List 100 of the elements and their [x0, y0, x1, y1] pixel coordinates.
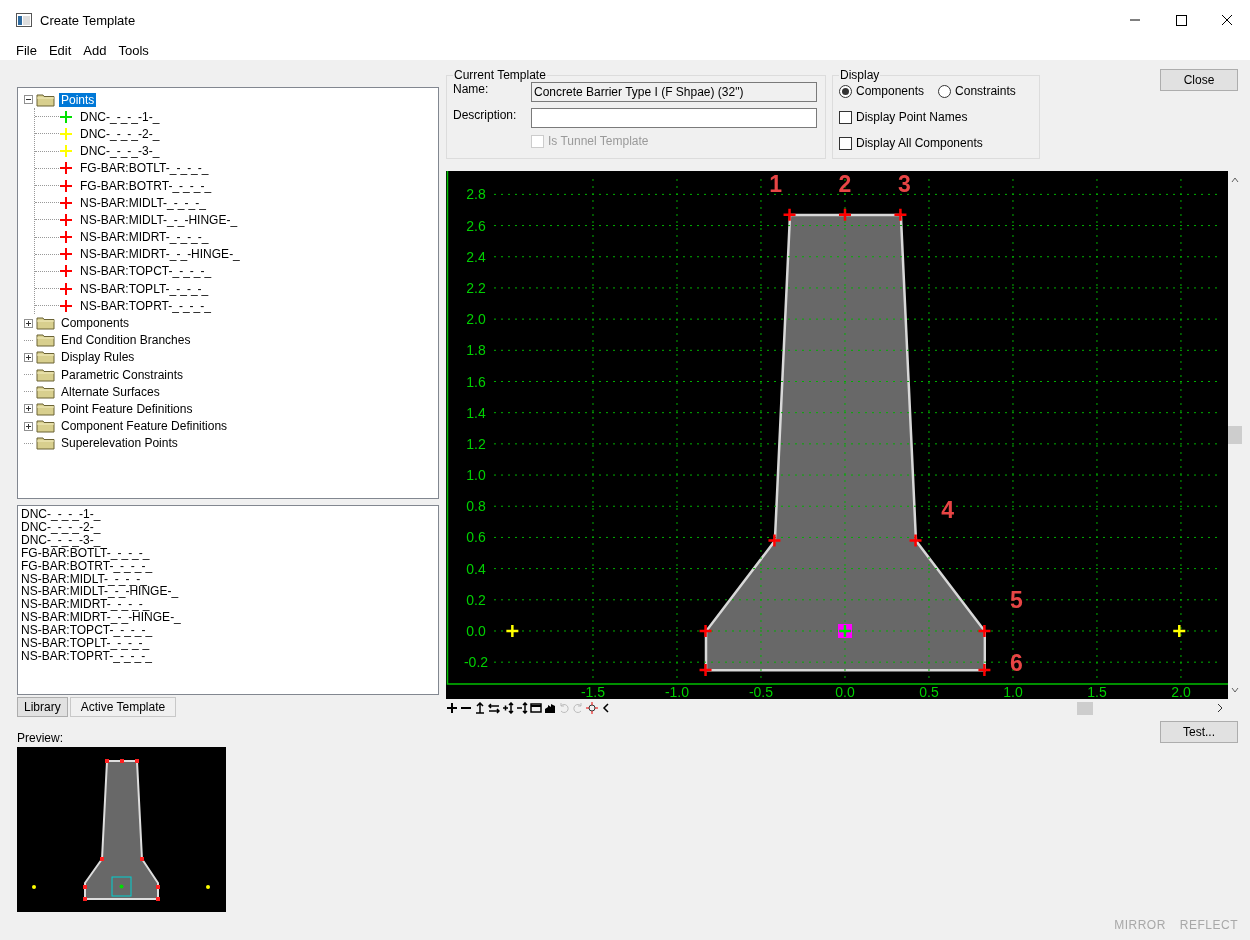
description-field[interactable]: [531, 108, 817, 128]
point-marker[interactable]: [977, 623, 992, 639]
point-number: 6: [1010, 649, 1023, 676]
tree-item[interactable]: Component Feature Definitions: [59, 419, 230, 434]
expand-icon[interactable]: [24, 404, 33, 414]
list-item[interactable]: NS-BAR:TOPLT-_-_-_-_: [21, 637, 435, 650]
scrollbar-thumb[interactable]: [1228, 426, 1242, 444]
list-item[interactable]: NS-BAR:MIDLT-_-_-HINGE-_: [21, 585, 435, 599]
list-item[interactable]: NS-BAR:TOPCT-_-_-_-_: [21, 624, 435, 638]
preview-label: Preview:: [17, 731, 63, 745]
point-number: 4: [941, 496, 954, 523]
test-button[interactable]: Test...: [1160, 721, 1238, 743]
folder-icon: [36, 401, 56, 416]
remove-arrows-icon[interactable]: [516, 702, 528, 714]
x-tick-label: 1.5: [1087, 684, 1107, 699]
list-item[interactable]: DNC-_-_-_-2-_: [21, 520, 435, 534]
tree-item[interactable]: Display Rules: [59, 350, 137, 365]
scroll-up-icon[interactable]: [1230, 175, 1240, 185]
plus-icon[interactable]: [446, 702, 458, 714]
template-canvas[interactable]: -0.2 0.0 0.2 0.4 0.6 0.8 1.0 1.2 1.4 1.6 1.8 2.0 2.2 2.4 2.6 2.8 -1.5 -1.0 -0.5 0.0 0.5 1.0 1.5 2.0 1 2 3 4 5 6: [446, 171, 1228, 699]
close-button[interactable]: Close: [1160, 69, 1238, 91]
tree-item[interactable]: NS-BAR:TOPLT-_-_-_-_: [78, 281, 211, 296]
tree-item[interactable]: Points: [59, 92, 97, 107]
point-marker[interactable]: [893, 207, 908, 222]
window-icon[interactable]: [530, 702, 542, 714]
app-icon: [16, 13, 32, 27]
radio-button[interactable]: [839, 84, 852, 98]
x-tick-label: -1.0: [664, 684, 690, 699]
menu-item[interactable]: Add: [77, 42, 113, 58]
radio-button[interactable]: [938, 84, 952, 98]
point-marker[interactable]: [698, 662, 713, 678]
point-marker[interactable]: [977, 662, 992, 678]
list-item[interactable]: FG-BAR:BOTLT-_-_-_-_: [21, 546, 435, 560]
point-marker[interactable]: [908, 533, 923, 548]
y-tick-label: 1.2: [466, 435, 486, 452]
field-label: Description:: [453, 108, 518, 122]
x-tick-label: 2.0: [1171, 684, 1191, 699]
tab[interactable]: Library: [17, 697, 68, 717]
list-item[interactable]: NS-BAR:MIDLT-_-_-_-_: [21, 572, 435, 586]
vertical-arrows-icon[interactable]: [474, 702, 486, 714]
tab[interactable]: Active Template: [69, 697, 177, 717]
folder-icon: [36, 367, 56, 382]
scroll-right-icon[interactable]: [1216, 703, 1224, 713]
point-marker[interactable]: [782, 207, 797, 222]
tree-item[interactable]: NS-BAR:MIDLT-_-_-_-_: [78, 195, 208, 210]
tree-item[interactable]: FG-BAR:BOTLT-_-_-_-_: [78, 161, 211, 176]
expand-icon[interactable]: [24, 421, 33, 431]
tree-item[interactable]: Point Feature Definitions: [59, 401, 195, 416]
chart-icon[interactable]: [544, 702, 556, 714]
list-item[interactable]: NS-BAR:TOPRT-_-_-_-_: [21, 649, 435, 663]
checkbox[interactable]: [839, 136, 852, 150]
point-marker[interactable]: [698, 623, 713, 639]
status-label: REFLECT: [1179, 918, 1238, 932]
tree-item[interactable]: NS-BAR:MIDLT-_-_-HINGE-_: [78, 212, 240, 227]
y-tick-label: 1.4: [466, 404, 486, 421]
add-arrows-icon[interactable]: [502, 702, 514, 714]
checkbox[interactable]: [839, 110, 852, 124]
scroll-down-icon[interactable]: [1230, 685, 1240, 695]
folder-icon: [36, 316, 56, 331]
tree-item[interactable]: Alternate Surfaces: [59, 384, 162, 399]
y-tick-label: 2.4: [466, 248, 486, 265]
x-tick-label: -0.5: [748, 684, 774, 699]
list-item[interactable]: DNC-_-_-_-3-_: [21, 533, 435, 547]
name-field[interactable]: Concrete Barrier Type I (F Shpae) (32"): [531, 82, 817, 102]
folder-icon: [36, 350, 56, 365]
tree-item[interactable]: DNC-_-_-_-1-_: [78, 109, 162, 124]
tree-item[interactable]: Parametric Constraints: [59, 367, 186, 382]
tree-item[interactable]: DNC-_-_-_-3-_: [78, 144, 162, 159]
horizontal-arrows-icon[interactable]: [488, 702, 500, 714]
tree-item[interactable]: NS-BAR:TOPCT-_-_-_-_: [78, 264, 214, 279]
list-item[interactable]: NS-BAR:MIDRT-_-_-_-_: [21, 598, 435, 612]
tree-item[interactable]: End Condition Branches: [59, 333, 193, 348]
tree-item[interactable]: NS-BAR:MIDRT-_-_-HINGE-_: [78, 247, 242, 262]
tree-item[interactable]: FG-BAR:BOTRT-_-_-_-_: [78, 178, 214, 193]
collapse-icon[interactable]: [24, 95, 33, 105]
y-tick-label: 2.6: [466, 217, 486, 234]
y-tick-label: 1.0: [466, 467, 486, 484]
list-item[interactable]: DNC-_-_-_-1-_: [21, 508, 435, 521]
folder-icon: [36, 419, 56, 434]
scrollbar-thumb[interactable]: [1077, 702, 1093, 715]
target-icon[interactable]: [586, 702, 598, 714]
chevron-left-icon[interactable]: [600, 702, 612, 714]
list-item[interactable]: FG-BAR:BOTRT-_-_-_-_: [21, 559, 435, 573]
tree-item[interactable]: Superelevation Points: [59, 436, 180, 451]
menu-item[interactable]: Edit: [42, 42, 78, 58]
tree-item[interactable]: Components: [59, 316, 132, 331]
group-title: Display: [839, 68, 881, 82]
status-label: MIRROR: [1114, 918, 1166, 932]
tree-item[interactable]: NS-BAR:MIDRT-_-_-_-_: [78, 230, 211, 245]
menu-item[interactable]: Tools: [112, 42, 155, 58]
point-marker[interactable]: [767, 533, 782, 548]
tree-item[interactable]: DNC-_-_-_-2-_: [78, 126, 162, 141]
expand-icon[interactable]: [24, 318, 33, 328]
expand-icon[interactable]: [24, 352, 33, 362]
y-tick-label: 2.8: [466, 186, 486, 203]
point-marker[interactable]: [837, 207, 853, 222]
menu-item[interactable]: File: [10, 42, 43, 58]
x-tick-label: 0.0: [835, 684, 855, 699]
list-item[interactable]: NS-BAR:MIDRT-_-_-HINGE-_: [21, 611, 435, 625]
tree-item[interactable]: NS-BAR:TOPRT-_-_-_-_: [78, 298, 213, 313]
